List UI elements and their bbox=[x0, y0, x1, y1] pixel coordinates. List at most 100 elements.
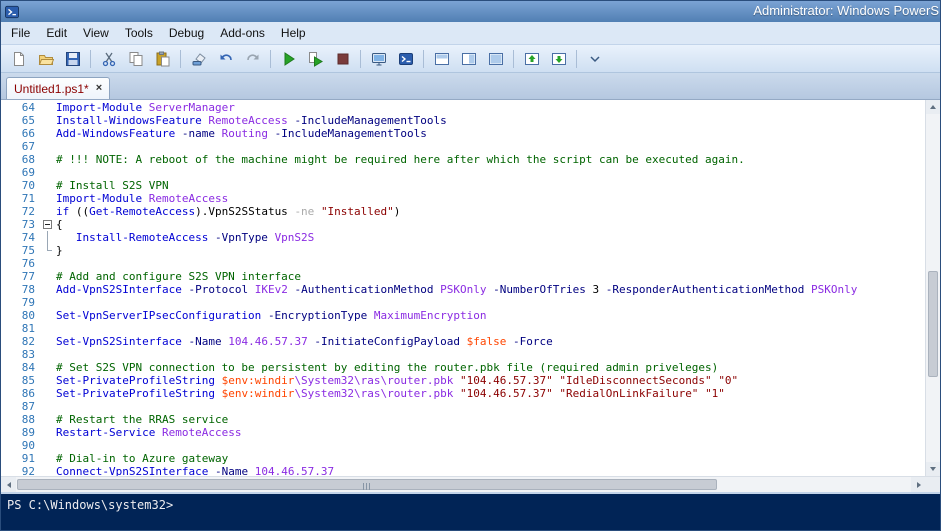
code-line: 88# Restart the RRAS service bbox=[1, 413, 925, 426]
hscroll-right-arrow[interactable] bbox=[911, 477, 926, 492]
fold-margin bbox=[40, 114, 56, 127]
code-line: 64 Import-Module ServerManager bbox=[1, 101, 925, 114]
start-powershell-button[interactable] bbox=[393, 47, 418, 70]
run-selection-button[interactable] bbox=[303, 47, 328, 70]
fold-margin bbox=[40, 166, 56, 179]
menu-help[interactable]: Help bbox=[273, 23, 314, 43]
code-line: 90 bbox=[1, 439, 925, 452]
powershell-window-icon bbox=[5, 5, 19, 19]
toolbar-separator bbox=[180, 50, 181, 68]
vscroll-thumb[interactable] bbox=[928, 271, 938, 377]
fold-margin bbox=[40, 348, 56, 361]
line-number: 91 bbox=[1, 452, 40, 465]
cut-button[interactable] bbox=[96, 47, 121, 70]
code-line: 83 bbox=[1, 348, 925, 361]
line-number: 70 bbox=[1, 179, 40, 192]
tab-untitled1[interactable]: Untitled1.ps1* × bbox=[6, 77, 110, 99]
hscroll-track[interactable] bbox=[16, 477, 911, 492]
fold-margin bbox=[40, 335, 56, 348]
line-number: 68 bbox=[1, 153, 40, 166]
toolbar-overflow-icon bbox=[587, 51, 603, 67]
menu-file[interactable]: File bbox=[3, 23, 38, 43]
fold-marker[interactable] bbox=[40, 218, 56, 231]
fold-margin bbox=[40, 426, 56, 439]
line-number: 84 bbox=[1, 361, 40, 374]
vscroll-track[interactable] bbox=[926, 114, 940, 462]
undo-icon bbox=[218, 51, 234, 67]
code-line: 65Install-WindowsFeature RemoteAccess -I… bbox=[1, 114, 925, 127]
line-number: 81 bbox=[1, 322, 40, 335]
toolbar-separator bbox=[423, 50, 424, 68]
line-number: 74 bbox=[1, 231, 40, 244]
line-number: 79 bbox=[1, 296, 40, 309]
line-number: 71 bbox=[1, 192, 40, 205]
code-line: 86Set-PrivateProfileString $env:windir\S… bbox=[1, 387, 925, 400]
copy-button[interactable] bbox=[123, 47, 148, 70]
script-pane-down-icon bbox=[551, 51, 567, 67]
show-script-pane-top-button[interactable] bbox=[429, 47, 454, 70]
hscroll-left-arrow[interactable] bbox=[1, 477, 16, 492]
save-script-button[interactable] bbox=[60, 47, 85, 70]
show-script-pane-right-button[interactable] bbox=[456, 47, 481, 70]
fold-margin bbox=[40, 452, 56, 465]
fold-marker bbox=[40, 244, 56, 257]
tab-close-icon[interactable]: × bbox=[96, 83, 102, 94]
show-script-pane-right-icon bbox=[461, 51, 477, 67]
undo-button[interactable] bbox=[213, 47, 238, 70]
toolbar-overflow-button[interactable] bbox=[582, 47, 607, 70]
menu-tools[interactable]: Tools bbox=[117, 23, 161, 43]
line-number: 76 bbox=[1, 257, 40, 270]
code-line: 76 bbox=[1, 257, 925, 270]
menu-addons[interactable]: Add-ons bbox=[212, 23, 273, 43]
code-text: if ((Get-RemoteAccess).VpnS2SStatus -ne … bbox=[56, 205, 400, 218]
vertical-scrollbar[interactable] bbox=[925, 100, 940, 476]
powershell-ise-window: Administrator: Windows PowerS FileEditVi… bbox=[0, 0, 941, 531]
line-number: 64 bbox=[1, 101, 40, 114]
show-script-pane-top-icon bbox=[434, 51, 450, 67]
left-arrow-icon bbox=[7, 482, 11, 488]
fold-margin bbox=[40, 322, 56, 335]
fold-margin bbox=[40, 140, 56, 153]
menu-bar: FileEditViewToolsDebugAdd-onsHelp bbox=[1, 22, 940, 45]
code-line: 74 Install-RemoteAccess -VpnType VpnS2S bbox=[1, 231, 925, 244]
show-script-pane-maximized-button[interactable] bbox=[483, 47, 508, 70]
redo-button[interactable] bbox=[240, 47, 265, 70]
code-text: Install-RemoteAccess -VpnType VpnS2S bbox=[56, 231, 314, 244]
code-line: 92Connect-VpnS2SInterface -Name 104.46.5… bbox=[1, 465, 925, 476]
horizontal-scrollbar[interactable] bbox=[1, 476, 940, 492]
editor-lines[interactable]: 64 Import-Module ServerManager65Install-W… bbox=[1, 100, 925, 476]
redo-icon bbox=[245, 51, 261, 67]
console-pane[interactable]: PS C:\Windows\system32> bbox=[1, 494, 940, 530]
vscroll-down-arrow[interactable] bbox=[926, 462, 940, 476]
code-text: # Install S2S VPN bbox=[56, 179, 169, 192]
code-text: Import-Module ServerManager bbox=[56, 101, 235, 114]
script-pane-up-button[interactable] bbox=[519, 47, 544, 70]
line-number: 82 bbox=[1, 335, 40, 348]
script-pane: 64 Import-Module ServerManager65Install-W… bbox=[1, 100, 940, 492]
code-line: 75} bbox=[1, 244, 925, 257]
line-number: 77 bbox=[1, 270, 40, 283]
code-text: { bbox=[56, 218, 63, 231]
toolbar-separator bbox=[513, 50, 514, 68]
script-pane-down-button[interactable] bbox=[546, 47, 571, 70]
new-script-button[interactable] bbox=[6, 47, 31, 70]
code-line: 70 # Install S2S VPN bbox=[1, 179, 925, 192]
stop-operation-button[interactable] bbox=[330, 47, 355, 70]
menu-edit[interactable]: Edit bbox=[38, 23, 75, 43]
vscroll-up-arrow[interactable] bbox=[926, 100, 940, 114]
new-remote-powershell-tab-button[interactable] bbox=[366, 47, 391, 70]
clear-console-button[interactable] bbox=[186, 47, 211, 70]
fold-margin bbox=[40, 387, 56, 400]
show-script-pane-maximized-icon bbox=[488, 51, 504, 67]
hscroll-thumb[interactable] bbox=[17, 479, 717, 490]
line-number: 66 bbox=[1, 127, 40, 140]
fold-margin bbox=[40, 127, 56, 140]
open-script-button[interactable] bbox=[33, 47, 58, 70]
menu-view[interactable]: View bbox=[75, 23, 117, 43]
line-number: 69 bbox=[1, 166, 40, 179]
menu-debug[interactable]: Debug bbox=[161, 23, 212, 43]
start-powershell-icon bbox=[398, 51, 414, 67]
paste-button[interactable] bbox=[150, 47, 175, 70]
run-script-button[interactable] bbox=[276, 47, 301, 70]
code-line: 67 bbox=[1, 140, 925, 153]
